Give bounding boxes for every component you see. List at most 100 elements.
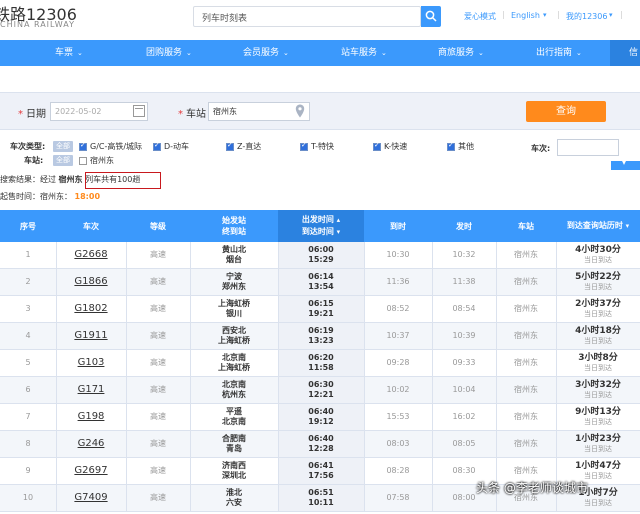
cell-dur: 1小时47分: [575, 461, 621, 471]
cell-grade: 高速: [150, 412, 166, 421]
cell-grade: 高速: [150, 358, 166, 367]
cell-tm: 06:20 11:58: [278, 350, 364, 376]
cell-dur: 1小时23分: [575, 434, 621, 444]
cell-dur: 5小时22分: [575, 272, 621, 282]
column-divider: [496, 323, 497, 349]
cell-to: 郑州东: [222, 282, 246, 291]
cell-dep: 06:40: [308, 407, 334, 416]
filter-station-checkbox[interactable]: 宿州东: [79, 155, 114, 166]
cell-st: 济南西 深圳北: [190, 458, 278, 484]
chevron-down-icon: ▾: [543, 11, 547, 19]
cell-seq: 3: [25, 304, 31, 313]
column-header-train[interactable]: 车次: [56, 210, 126, 242]
column-divider: [56, 242, 57, 268]
cell-train[interactable]: G246: [56, 431, 126, 457]
cell-st: 平遥 北京南: [190, 404, 278, 430]
logo-subtitle: CHINA RAILWAY: [0, 20, 75, 29]
column-header-duration[interactable]: 到达查询站历时 ▾: [556, 210, 640, 242]
column-divider: [364, 296, 365, 322]
table-row: 4 G1911 高速 西安北 上海虹桥 06:19 13:23 10:37 10:39 宿州东 4小…: [0, 323, 640, 350]
accessibility-mode-link[interactable]: 爱心模式: [464, 11, 496, 22]
cell-train[interactable]: G171: [56, 377, 126, 403]
search-input[interactable]: 列车时刻表: [193, 6, 421, 27]
cell-day: 当日到达: [584, 256, 612, 264]
cell-arr: 08:28: [386, 466, 410, 475]
cell-stn: 宿州东: [514, 412, 538, 421]
search-button[interactable]: [421, 6, 441, 27]
cell-st: 合肥南 青岛: [190, 431, 278, 457]
cell-dur: 2小时37分: [575, 299, 621, 309]
sale-time-line: 起售时间：宿州东： 18:00: [0, 191, 100, 202]
nav-item-station[interactable]: 站车服务 ⌄: [341, 40, 387, 66]
cell-seq: 10: [22, 493, 34, 502]
cell-stn: 宿州东: [514, 331, 538, 340]
filter-gc-checkbox[interactable]: G/C-高铁/城际: [79, 141, 142, 152]
nav-item-member[interactable]: 会员服务 ⌄: [243, 40, 289, 66]
column-divider: [556, 242, 557, 268]
cell-arr: 09:28: [386, 358, 410, 367]
cell-leave: 08:54: [452, 304, 476, 313]
column-divider: [126, 242, 127, 268]
nav-item-group[interactable]: 团购服务 ⌄: [146, 40, 192, 66]
cell-train[interactable]: G7409: [56, 485, 126, 511]
cell-du: 3小时8分 当日到达: [556, 350, 640, 376]
column-divider: [496, 269, 497, 295]
filter-d-checkbox[interactable]: D-动车: [153, 141, 189, 152]
calendar-icon[interactable]: [133, 105, 145, 117]
cell-train[interactable]: G103: [56, 350, 126, 376]
cell-st: 上海虹桥 银川: [190, 296, 278, 322]
search-input-text: 列车时刻表: [202, 14, 248, 24]
cell-grade: 高速: [150, 331, 166, 340]
cell-du: 9小时13分 当日到达: [556, 404, 640, 430]
column-header-station: 车站: [518, 221, 534, 231]
train-number-input[interactable]: [557, 139, 619, 156]
cell-train[interactable]: G1802: [56, 296, 126, 322]
cell-day: 当日到达: [584, 472, 612, 480]
cell-grade: 高速: [150, 439, 166, 448]
cell-st: 淮北 六安: [190, 485, 278, 511]
my-12306-link[interactable]: 我的12306: [566, 11, 607, 22]
filter-k-checkbox[interactable]: K-快速: [373, 141, 407, 152]
cell-train[interactable]: G2697: [56, 458, 126, 484]
cell-du: 3小时32分 当日到达: [556, 377, 640, 403]
cell-to: 银川: [226, 309, 242, 318]
query-button[interactable]: 查询: [526, 101, 606, 122]
nav-item-guide[interactable]: 出行指南 ⌄: [536, 40, 582, 66]
cell-leave: 09:33: [452, 358, 476, 367]
cell-train[interactable]: G198: [56, 404, 126, 430]
cell-st: 西安北 上海虹桥: [190, 323, 278, 349]
filter-t-checkbox[interactable]: T-特快: [300, 141, 334, 152]
chevron-down-icon: ⌄: [283, 49, 289, 57]
station-all-button[interactable]: 全部: [53, 155, 73, 166]
column-divider: [126, 377, 127, 403]
column-header-times[interactable]: 出发时间 ▴ 到达时间 ▾: [278, 210, 364, 242]
sort-down-icon: ▾: [336, 228, 341, 236]
nav-item-business[interactable]: 商旅服务 ⌄: [438, 40, 484, 66]
column-divider: [364, 431, 365, 457]
column-divider: [556, 269, 557, 295]
column-divider: [496, 242, 497, 268]
cell-grade: 高速: [150, 304, 166, 313]
type-all-button[interactable]: 全部: [53, 141, 73, 152]
english-link[interactable]: English: [511, 11, 540, 20]
link-separator: |: [502, 10, 505, 19]
filter-z-checkbox[interactable]: Z-直达: [226, 141, 261, 152]
cell-train[interactable]: G1911: [56, 323, 126, 349]
chevron-down-icon: ⌄: [576, 49, 582, 57]
top-header: 铁路12306 CHINA RAILWAY 列车时刻表 爱心模式 | Engli…: [0, 0, 640, 40]
column-divider: [56, 350, 57, 376]
cell-du: 4小时30分 当日到达: [556, 242, 640, 268]
nav-item-more[interactable]: 信: [610, 40, 640, 66]
column-divider: [190, 404, 191, 430]
filter-label: 宿州东: [90, 156, 114, 165]
checkbox-checked-icon: [226, 141, 234, 151]
cell-to: 青岛: [226, 444, 242, 453]
filter-other-checkbox[interactable]: 其他: [447, 141, 474, 152]
collapse-filter-button[interactable]: [611, 158, 640, 170]
column-divider: [56, 404, 57, 430]
nav-item-tickets[interactable]: 车票 ⌄: [55, 40, 83, 66]
nav-item-label: 站车服务: [341, 48, 378, 58]
cell-train[interactable]: G1866: [56, 269, 126, 295]
chevron-down-icon: ▾: [609, 11, 613, 19]
cell-train[interactable]: G2668: [56, 242, 126, 268]
